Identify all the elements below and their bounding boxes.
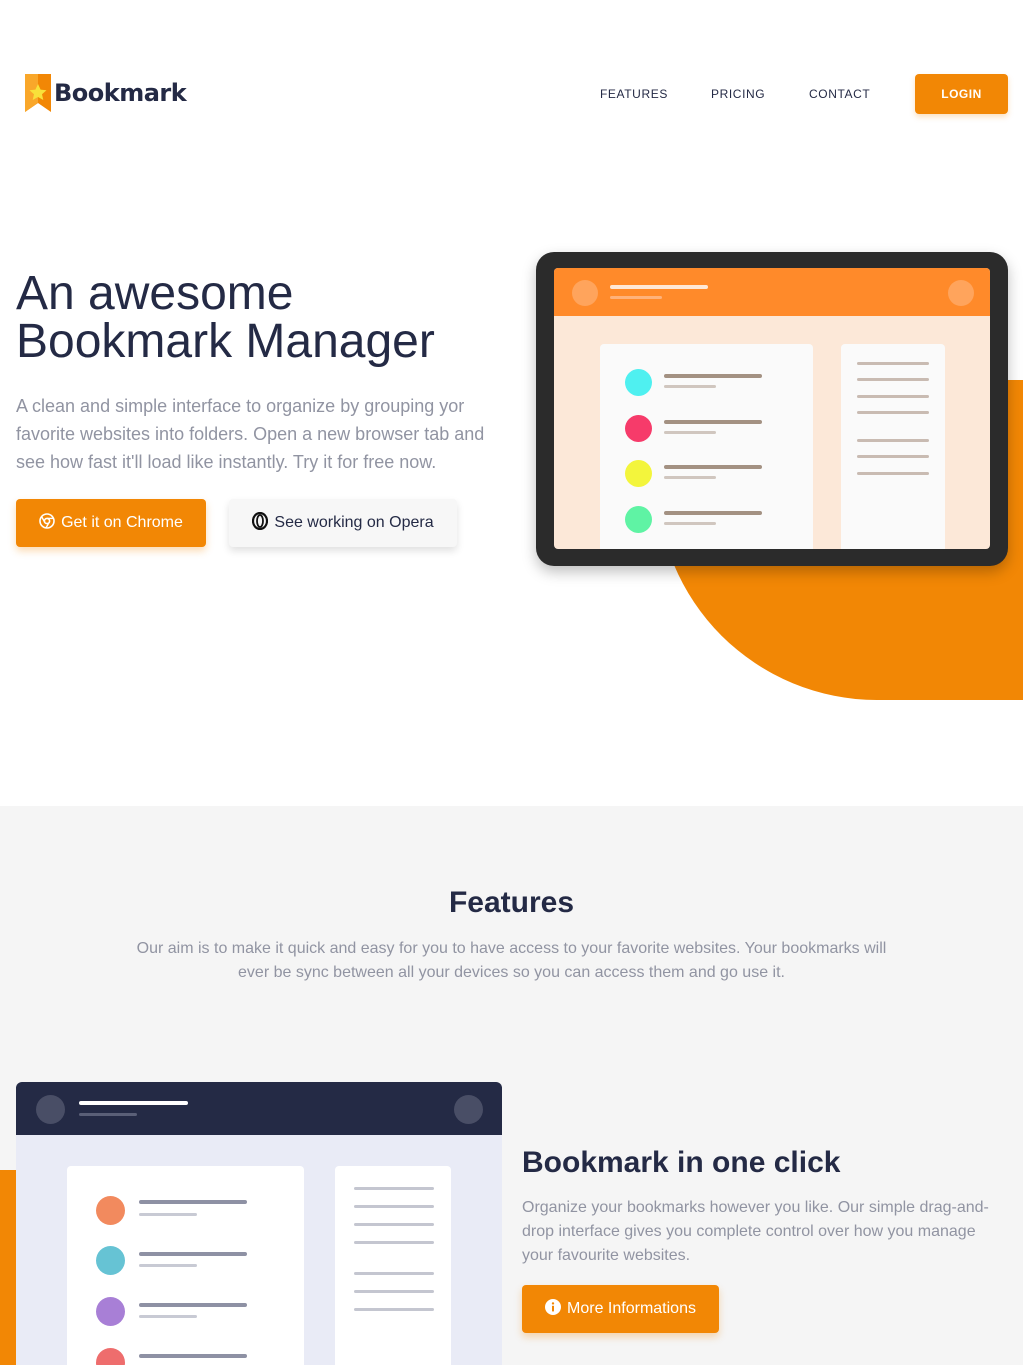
feature-dot-3: [96, 1297, 125, 1326]
more-info-label: More Informations: [567, 1300, 696, 1317]
avatar-placeholder: [572, 280, 598, 306]
hero-tablet-illustration: [536, 252, 1008, 566]
list-dot-1: [625, 369, 652, 396]
folder-line: [857, 362, 929, 365]
logo[interactable]: Bookmark: [25, 74, 187, 112]
folder-line: [857, 411, 929, 414]
list-line: [664, 420, 762, 424]
list-line: [664, 465, 762, 469]
folder-line: [857, 378, 929, 381]
nav-features[interactable]: FEATURES: [600, 87, 668, 101]
folder-line: [354, 1241, 434, 1244]
login-button[interactable]: LOGIN: [915, 74, 1008, 114]
list-line: [139, 1200, 247, 1204]
folder-line: [354, 1187, 434, 1190]
hero-screen-topbar: [554, 268, 990, 316]
list-line: [664, 511, 762, 515]
feature-description: Organize your bookmarks however you like…: [522, 1199, 989, 1264]
folder-line: [354, 1272, 434, 1275]
feature-illustration: [16, 1082, 502, 1365]
site-header: Bookmark FEATURES PRICING CONTACT LOGIN: [0, 0, 1023, 190]
see-opera-button[interactable]: See working on Opera: [229, 499, 457, 547]
features-description: Our aim is to make it quick and easy for…: [136, 940, 887, 981]
folder-line: [857, 472, 929, 475]
list-line: [664, 374, 762, 378]
subtitle-bar-line: [79, 1113, 137, 1116]
avatar-placeholder: [36, 1095, 65, 1124]
subtitle-bar-line: [610, 296, 662, 299]
feature-folder-card: [335, 1166, 451, 1365]
menu-placeholder: [454, 1095, 483, 1124]
list-dot-4: [625, 506, 652, 533]
bookmark-list-card: [600, 344, 813, 549]
hero-title-line1: An awesome: [16, 267, 294, 320]
get-chrome-button[interactable]: Get it on Chrome: [16, 499, 206, 547]
nav-pricing[interactable]: PRICING: [711, 87, 765, 101]
menu-placeholder: [948, 280, 974, 306]
bookmark-star-icon: [25, 74, 51, 112]
folder-line: [857, 439, 929, 442]
get-chrome-label: Get it on Chrome: [61, 514, 183, 531]
list-line: [664, 385, 716, 388]
opera-icon: [252, 511, 269, 535]
title-bar-line: [610, 285, 708, 289]
logo-text: Bookmark: [54, 79, 187, 107]
feature-screen-topbar: [16, 1082, 502, 1135]
list-dot-2: [625, 415, 652, 442]
see-opera-label: See working on Opera: [274, 514, 434, 531]
folder-line: [354, 1290, 434, 1293]
nav-contact[interactable]: CONTACT: [809, 87, 870, 101]
list-line: [664, 476, 716, 479]
list-line: [139, 1315, 197, 1318]
list-line: [139, 1213, 197, 1216]
folder-line: [354, 1223, 434, 1226]
list-line: [139, 1303, 247, 1307]
folder-list-card: [841, 344, 945, 549]
hero-title-line2: Bookmark Manager: [16, 315, 435, 368]
folder-line: [857, 395, 929, 398]
more-info-button[interactable]: More Informations: [522, 1285, 719, 1333]
list-line: [139, 1264, 197, 1267]
feature-bookmark-card: [67, 1166, 304, 1365]
list-line: [664, 522, 716, 525]
folder-line: [857, 455, 929, 458]
list-line: [139, 1354, 247, 1358]
chrome-icon: [39, 512, 55, 534]
hero-title: An awesome Bookmark Manager: [16, 270, 516, 366]
list-line: [139, 1252, 247, 1256]
folder-line: [354, 1308, 434, 1311]
list-line: [664, 431, 716, 434]
feature-dot-2: [96, 1246, 125, 1275]
hero-description: A clean and simple interface to organize…: [16, 396, 485, 472]
folder-line: [354, 1205, 434, 1208]
feature-dot-4: [96, 1348, 125, 1365]
title-bar-line: [79, 1101, 188, 1105]
hero-tablet-screen: [554, 268, 990, 549]
features-title: Features: [448, 886, 575, 919]
list-dot-3: [625, 460, 652, 487]
feature-dot-1: [96, 1196, 125, 1225]
feature-title: Bookmark in one click: [522, 1146, 841, 1179]
info-icon: [545, 1298, 562, 1320]
